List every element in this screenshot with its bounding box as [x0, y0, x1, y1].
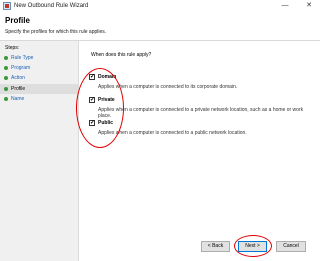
- step-bullet-icon: [4, 66, 8, 70]
- step-name[interactable]: Name: [0, 94, 78, 104]
- firewall-app-icon: [3, 2, 11, 10]
- step-label: Program: [11, 65, 31, 71]
- window-title: New Outbound Rule Wizard: [14, 3, 89, 9]
- step-program[interactable]: Program: [0, 63, 78, 73]
- step-bullet-icon: [4, 87, 8, 91]
- page-subtitle: Specify the profiles for which this rule…: [5, 29, 107, 35]
- wizard-content: When does this rule apply? ✓ Domain Appl…: [79, 41, 320, 261]
- cancel-button[interactable]: Cancel: [276, 241, 306, 252]
- step-label: Name: [11, 96, 25, 102]
- step-label: Action: [11, 75, 25, 81]
- annotation-circle-checkboxes: [76, 68, 124, 148]
- page-title: Profile: [5, 16, 30, 25]
- step-bullet-icon: [4, 56, 8, 60]
- annotation-circle-next: [234, 235, 272, 257]
- steps-sidebar: Steps: Rule Type Program Action Profile …: [0, 41, 79, 261]
- step-rule-type[interactable]: Rule Type: [0, 53, 78, 63]
- close-button[interactable]: ✕: [300, 0, 318, 12]
- step-label: Rule Type: [11, 55, 34, 61]
- step-profile[interactable]: Profile: [0, 84, 78, 94]
- title-bar: New Outbound Rule Wizard — ✕: [0, 0, 320, 12]
- public-description: Applies when a computer is connected to …: [98, 130, 247, 136]
- step-label: Profile: [11, 86, 26, 92]
- back-button[interactable]: < Back: [201, 241, 230, 252]
- step-bullet-icon: [4, 97, 8, 101]
- wizard-header: Profile Specify the profiles for which t…: [0, 12, 320, 41]
- minimize-button[interactable]: —: [276, 0, 294, 12]
- steps-label: Steps:: [5, 45, 20, 51]
- domain-description: Applies when a computer is connected to …: [98, 84, 238, 90]
- step-bullet-icon: [4, 76, 8, 80]
- question-label: When does this rule apply?: [91, 52, 152, 58]
- private-description: Applies when a computer is connected to …: [98, 107, 304, 119]
- step-action[interactable]: Action: [0, 73, 78, 83]
